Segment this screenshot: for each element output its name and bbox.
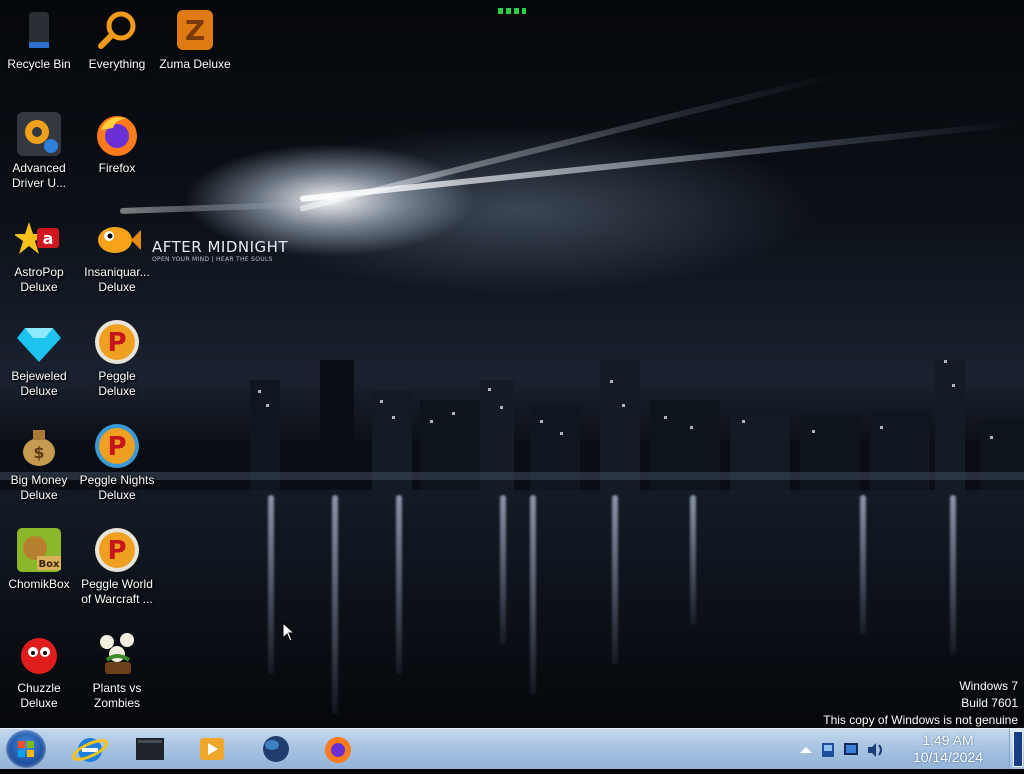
- top-indicator: [498, 8, 526, 14]
- desktop-icon-big-money[interactable]: $ Big Money Deluxe: [0, 416, 78, 503]
- desktop-icon-insaniquarium[interactable]: Insaniquar... Deluxe: [78, 208, 156, 295]
- clock-date: 10/14/2024: [912, 749, 984, 765]
- desktop-icon-plants-vs-zombies[interactable]: Plants vs Zombies: [78, 624, 156, 711]
- taskbar-internet-explorer[interactable]: [66, 732, 114, 766]
- taskbar-file-explorer[interactable]: [126, 732, 174, 766]
- desktop-icon-advanced-driver-updater[interactable]: Advanced Driver U...: [0, 104, 78, 191]
- watermark-genuine-notice: This copy of Windows is not genuine: [823, 713, 1018, 727]
- icon-label: ChomikBox: [8, 577, 70, 591]
- desktop-icon-firefox[interactable]: Firefox: [78, 104, 156, 176]
- svg-text:$: $: [33, 443, 44, 462]
- svg-text:Z: Z: [185, 14, 205, 47]
- taskbar-firefox[interactable]: [314, 732, 362, 766]
- icon-label: Recycle Bin: [7, 57, 71, 71]
- media-player-icon: [200, 738, 224, 760]
- show-desktop-button[interactable]: [1009, 729, 1024, 769]
- icon-label: Peggle Deluxe: [98, 369, 136, 398]
- astropop-icon: a: [13, 214, 63, 262]
- svg-text:P: P: [107, 432, 126, 462]
- desktop-icon-zuma-deluxe[interactable]: Z Zuma Deluxe: [156, 0, 234, 72]
- file-explorer-icon: [136, 738, 164, 760]
- volume-icon[interactable]: [868, 743, 882, 757]
- everything-search-icon: [93, 6, 141, 54]
- big-money-icon: $: [15, 422, 63, 470]
- action-center-icon[interactable]: [844, 743, 858, 755]
- show-hidden-icons-icon[interactable]: [800, 747, 812, 753]
- icon-label: Big Money Deluxe: [10, 473, 68, 502]
- svg-text:P: P: [107, 328, 126, 358]
- desktop-icon-recycle-bin[interactable]: Recycle Bin: [0, 0, 78, 72]
- icon-label: Firefox: [98, 161, 136, 175]
- advanced-driver-updater-icon: [15, 110, 63, 158]
- icon-label: Advanced Driver U...: [12, 161, 66, 190]
- desktop-icon-chuzzle[interactable]: Chuzzle Deluxe: [0, 624, 78, 711]
- windows-watermark: Windows 7 Build 7601 This copy of Window…: [823, 678, 1018, 729]
- bejeweled-icon: [15, 318, 63, 366]
- icon-label: Everything: [88, 57, 146, 71]
- start-button[interactable]: [6, 730, 46, 768]
- desktop-icon-astropop[interactable]: a AstroPop Deluxe: [0, 208, 78, 295]
- desktop-icon-everything[interactable]: Everything: [78, 0, 156, 72]
- zuma-deluxe-icon: Z: [171, 6, 219, 54]
- insaniquarium-icon: [93, 214, 141, 262]
- taskbar-media-player[interactable]: [188, 732, 236, 766]
- svg-text:a: a: [43, 229, 54, 248]
- wallpaper-title: AFTER MIDNIGHT: [152, 238, 289, 256]
- icon-label: Insaniquar... Deluxe: [84, 265, 150, 294]
- watermark-build: Build 7601: [961, 696, 1018, 710]
- icon-label: AstroPop Deluxe: [14, 265, 64, 294]
- taskbar-globe[interactable]: [252, 732, 300, 766]
- icon-label: Peggle World of Warcraft ...: [81, 577, 153, 606]
- desktop-icon-peggle[interactable]: P Peggle Deluxe: [78, 312, 156, 399]
- icon-label: Chuzzle Deluxe: [17, 681, 61, 710]
- clock[interactable]: 1:49 AM 10/14/2024: [892, 732, 1004, 766]
- icon-label: Plants vs Zombies: [92, 681, 142, 710]
- wallpaper-subtitle: OPEN YOUR MIND | HEAR THE SOULS: [152, 256, 273, 263]
- firefox-icon: [93, 110, 141, 158]
- svg-text:P: P: [107, 536, 126, 566]
- firefox-taskbar-icon: [325, 737, 351, 763]
- internet-explorer-icon: [71, 738, 109, 762]
- desktop-icon-bejeweled[interactable]: Bejeweled Deluxe: [0, 312, 78, 399]
- network-icon[interactable]: [822, 743, 834, 757]
- chomikbox-icon: Box: [15, 526, 63, 574]
- peggle-icon: P: [93, 318, 141, 366]
- recycle-bin-icon: [15, 6, 63, 54]
- icon-label: Zuma Deluxe: [159, 57, 231, 71]
- clock-time: 1:49 AM: [922, 732, 974, 748]
- desktop-icon-peggle-wow[interactable]: P Peggle World of Warcraft ...: [78, 520, 156, 607]
- peggle-nights-icon: P: [93, 422, 141, 470]
- watermark-os: Windows 7: [959, 679, 1018, 693]
- chuzzle-icon: [15, 630, 63, 678]
- system-tray: [796, 729, 892, 769]
- globe-icon: [263, 736, 289, 762]
- icon-label: Bejeweled Deluxe: [11, 369, 67, 398]
- mouse-cursor-icon: [282, 622, 296, 642]
- peggle-wow-icon: P: [93, 526, 141, 574]
- windows-logo-icon: [18, 741, 34, 757]
- taskbar: 1:49 AM 10/14/2024: [0, 728, 1024, 769]
- desktop-icon-chomikbox[interactable]: Box ChomikBox: [0, 520, 78, 592]
- show-desktop-icon: [1013, 731, 1023, 767]
- svg-text:Box: Box: [39, 559, 60, 570]
- desktop-icon-peggle-nights[interactable]: P Peggle Nights Deluxe: [78, 416, 156, 503]
- icon-label: Peggle Nights Deluxe: [79, 473, 155, 502]
- plants-vs-zombies-icon: [93, 630, 141, 678]
